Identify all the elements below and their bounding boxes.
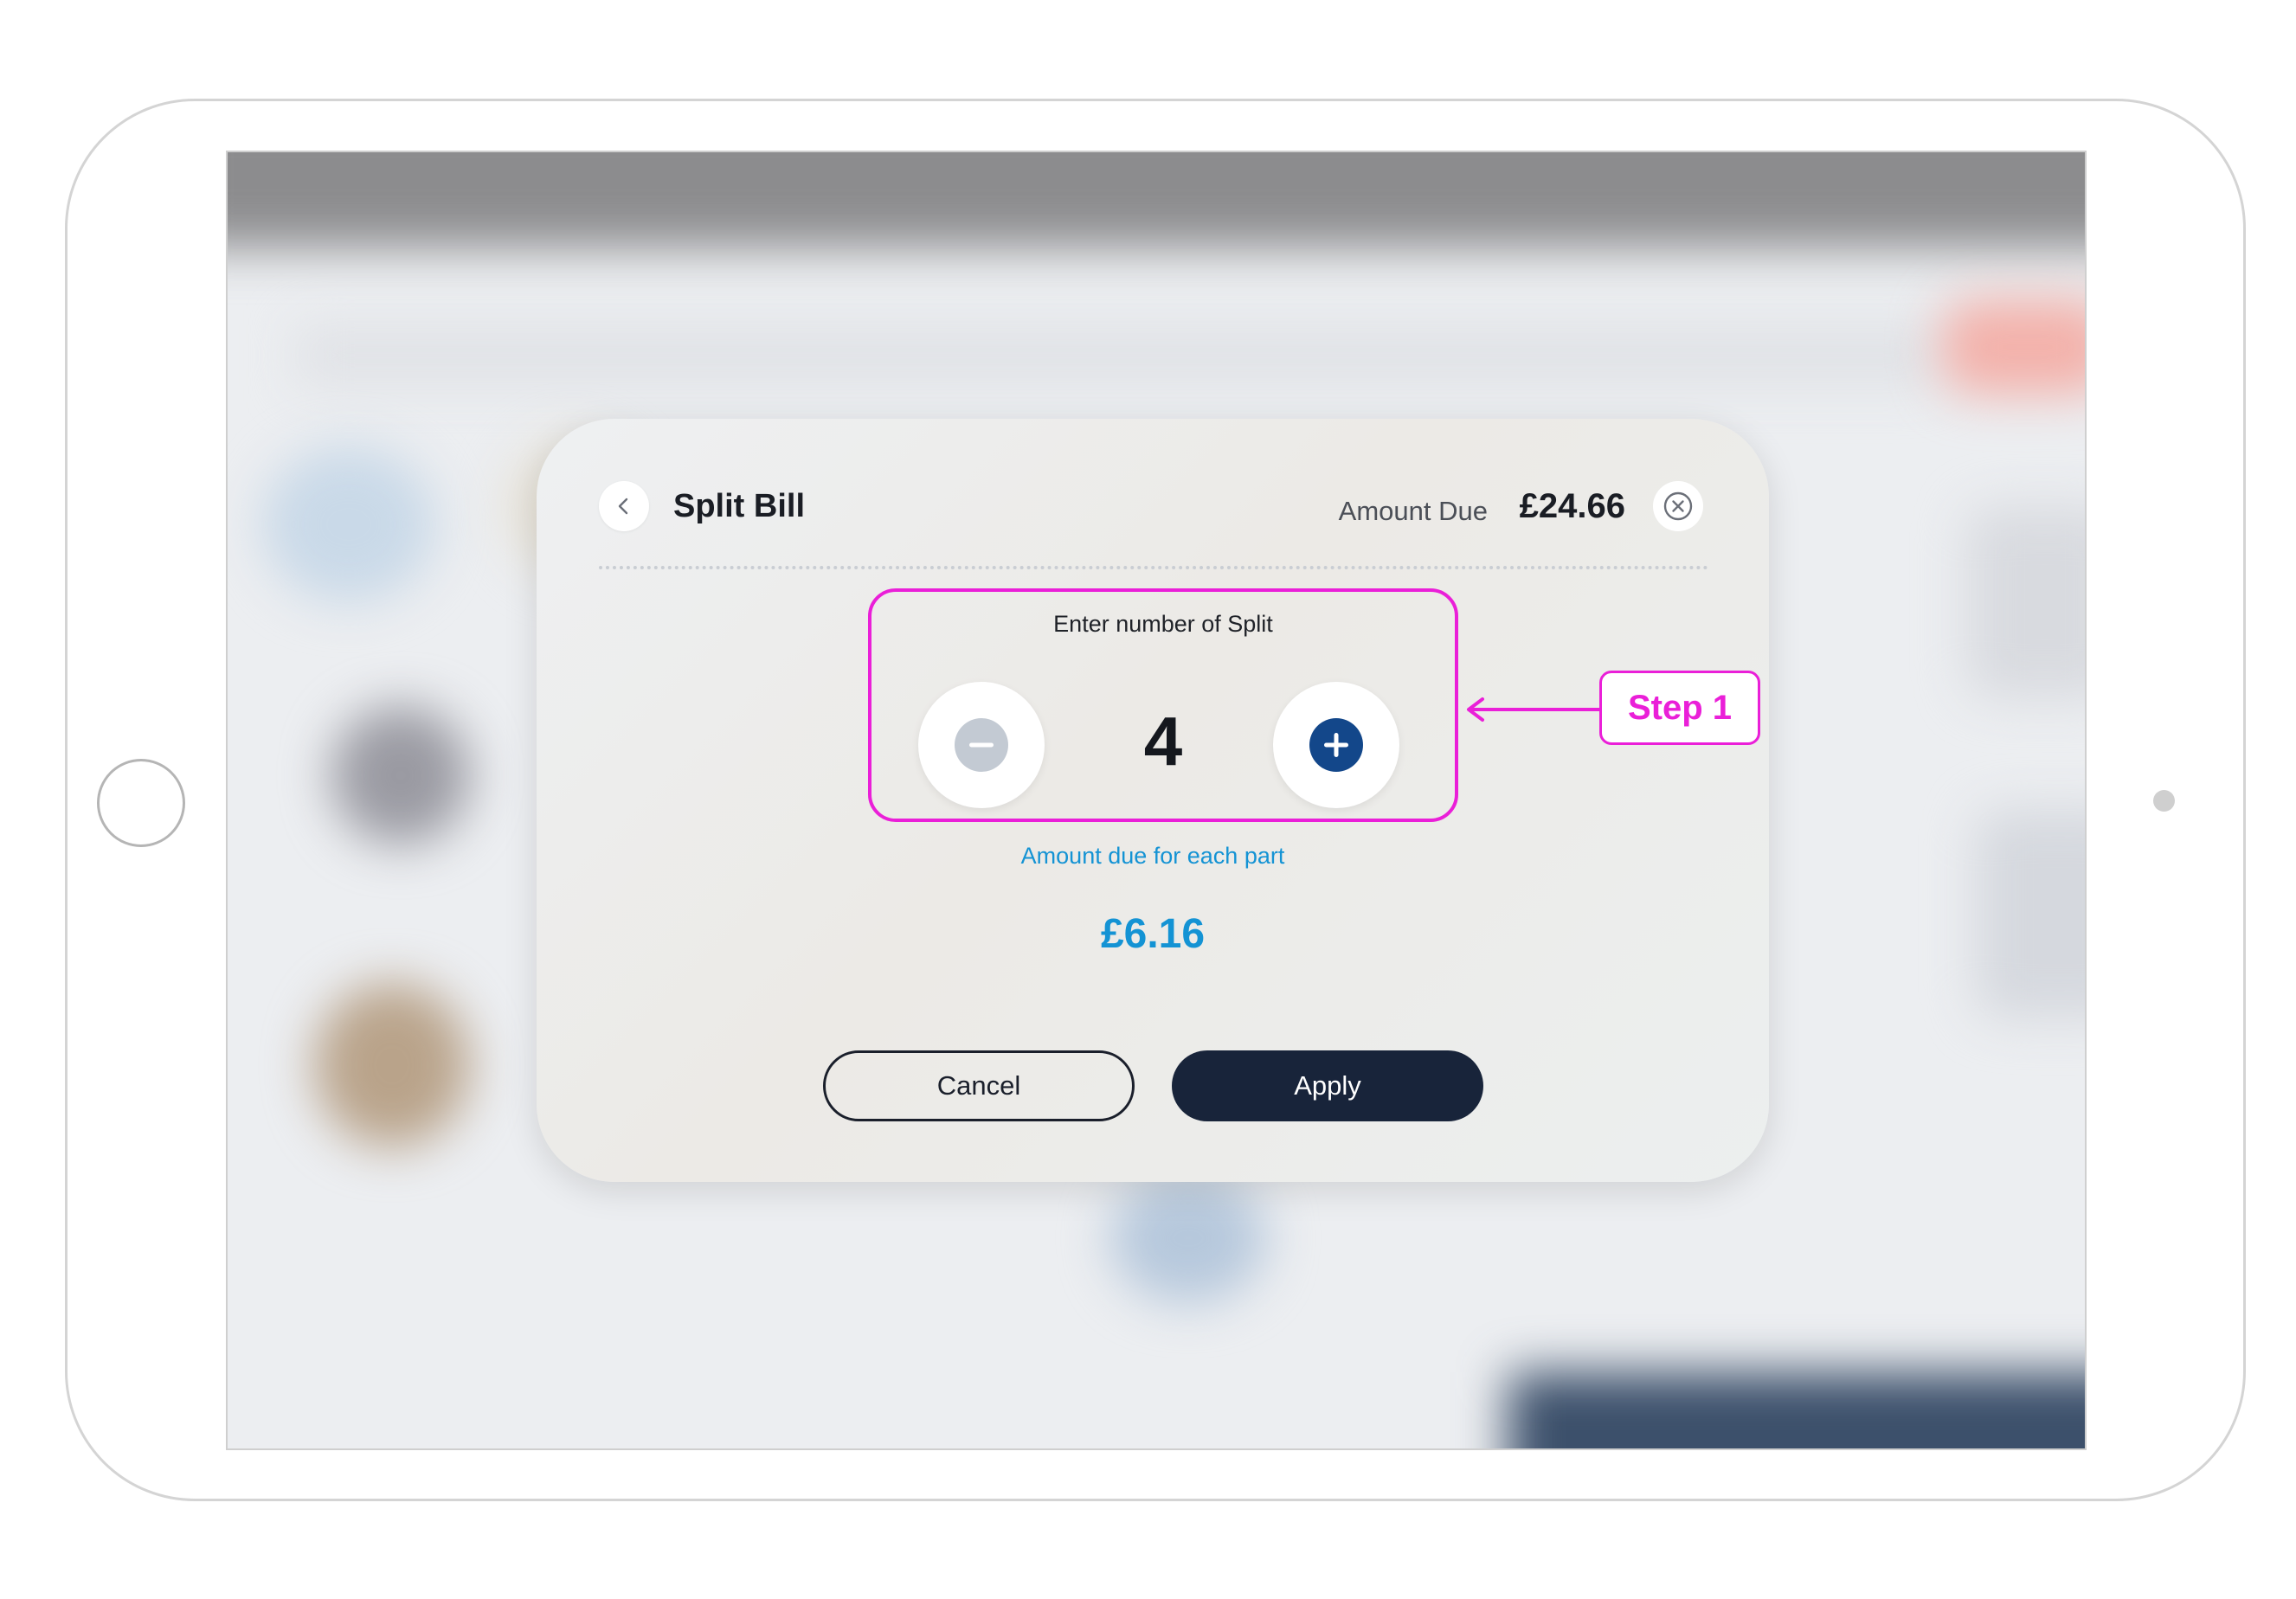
apply-button[interactable]: Apply bbox=[1172, 1050, 1483, 1121]
blurred-background-item bbox=[314, 983, 470, 1147]
close-circle-icon bbox=[1663, 491, 1693, 521]
back-button[interactable] bbox=[599, 481, 649, 531]
decrement-button[interactable] bbox=[918, 682, 1045, 808]
blurred-background-item bbox=[1967, 507, 2085, 697]
each-part-amount: £6.16 bbox=[1100, 911, 1206, 957]
blurred-background-item bbox=[331, 706, 470, 844]
plus-icon bbox=[1309, 718, 1363, 772]
camera-dot bbox=[2153, 790, 2175, 812]
blurred-background-item bbox=[1110, 1173, 1266, 1303]
split-bill-modal: Split Bill Amount Due £24.66 Enter numbe… bbox=[537, 419, 1769, 1182]
blurred-bottom-bar bbox=[1508, 1372, 2085, 1448]
blurred-top-bar bbox=[228, 152, 2085, 247]
split-count-value: 4 bbox=[1143, 703, 1183, 780]
chevron-left-icon bbox=[618, 498, 628, 515]
home-button bbox=[97, 759, 185, 847]
amount-due-value: £24.66 bbox=[1519, 487, 1625, 525]
increment-button[interactable] bbox=[1273, 682, 1399, 808]
blurred-background-row bbox=[297, 325, 1941, 386]
each-part-label: Amount due for each part bbox=[1020, 843, 1285, 869]
minus-icon bbox=[955, 718, 1008, 772]
amount-due-label: Amount Due bbox=[1338, 496, 1488, 526]
blurred-background-item bbox=[1976, 810, 2085, 1018]
close-button[interactable] bbox=[1653, 481, 1703, 531]
step-annotation-label: Step 1 bbox=[1599, 671, 1760, 745]
header-divider bbox=[599, 566, 1708, 569]
blurred-background-item bbox=[1941, 299, 2085, 395]
modal-title: Split Bill bbox=[673, 488, 805, 524]
cancel-button[interactable]: Cancel bbox=[823, 1050, 1135, 1121]
split-count-label: Enter number of Split bbox=[1053, 611, 1273, 637]
split-count-group: Enter number of Split 4 bbox=[868, 588, 1458, 822]
annotation-arrow-icon bbox=[1467, 697, 1604, 722]
blurred-background-item bbox=[262, 446, 435, 602]
